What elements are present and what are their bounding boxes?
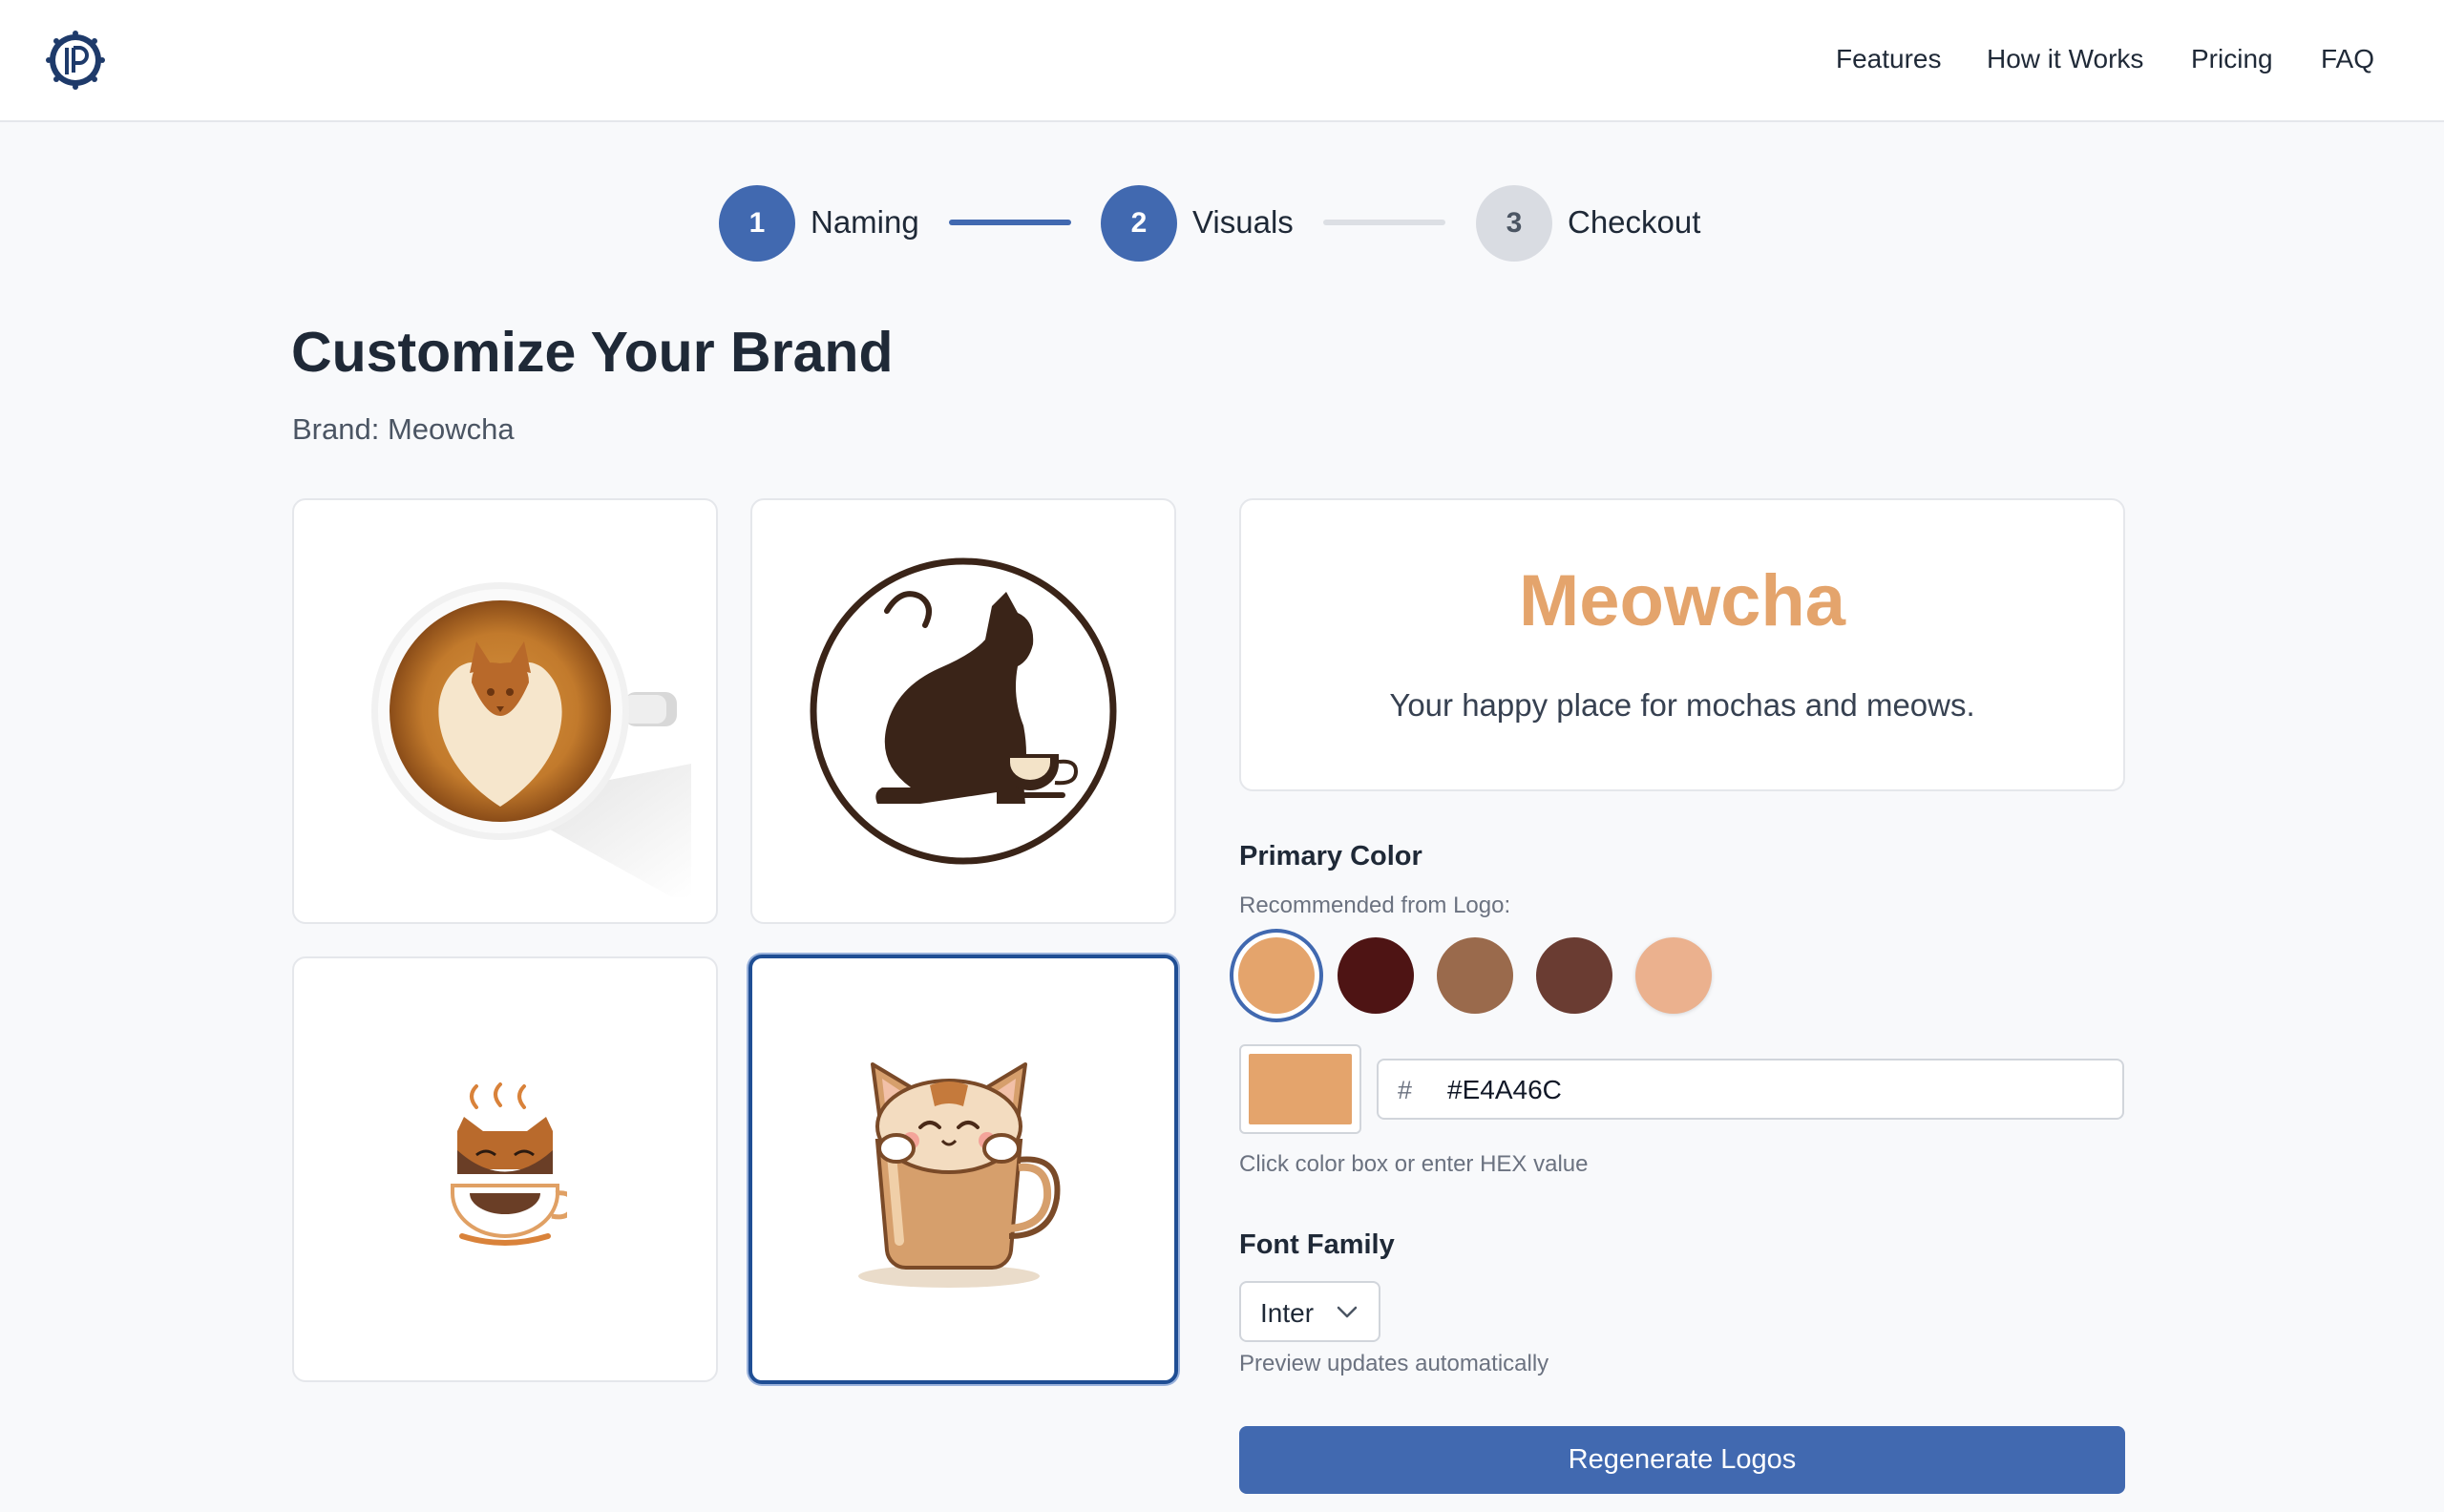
latte-art-cat-icon: [319, 525, 691, 897]
color-swatch-5[interactable]: [1635, 937, 1712, 1014]
font-hint: Preview updates automatically: [1239, 1351, 1549, 1376]
color-picker-fill: [1249, 1054, 1352, 1124]
cat-steaming-cup-icon: [451, 1082, 567, 1246]
cat-silhouette-cup-icon: [810, 557, 1117, 865]
font-family-label: Font Family: [1239, 1229, 1395, 1260]
color-swatch-4[interactable]: [1536, 937, 1612, 1014]
chevron-down-icon: [1337, 1306, 1358, 1318]
hex-color-input[interactable]: [1445, 1068, 2098, 1112]
step-connector-1: [949, 220, 1071, 225]
brand-name-line: Brand: Meowcha: [292, 412, 515, 446]
logo-option-4[interactable]: [748, 955, 1178, 1384]
preview-tagline: Your happy place for mochas and meows.: [1389, 687, 1975, 723]
nav-pricing[interactable]: Pricing: [2191, 44, 2273, 74]
step-3-circle: 3: [1476, 185, 1552, 262]
logo-option-2[interactable]: [750, 498, 1176, 924]
step-2-label: Visuals: [1192, 204, 1294, 240]
kitten-in-mug-icon: [858, 1062, 1061, 1288]
font-family-value: Inter: [1260, 1298, 1315, 1328]
primary-color-label: Primary Color: [1239, 841, 1422, 872]
step-2-circle: 2: [1101, 185, 1177, 262]
recommended-colors-label: Recommended from Logo:: [1239, 892, 1511, 918]
step-connector-2: [1323, 220, 1445, 225]
page-title: Customize Your Brand: [291, 321, 894, 384]
color-swatch-1[interactable]: [1238, 937, 1315, 1014]
preview-brand-name: Meowcha: [1518, 560, 1846, 641]
nav-how-it-works[interactable]: How it Works: [1987, 44, 2143, 74]
color-swatch-2[interactable]: [1338, 937, 1414, 1014]
hex-color-field[interactable]: #: [1377, 1059, 2124, 1120]
logo-option-1[interactable]: [292, 498, 718, 924]
nav-faq[interactable]: FAQ: [2321, 44, 2374, 74]
color-swatch-3[interactable]: [1437, 937, 1513, 1014]
top-header: Features How it Works Pricing FAQ: [0, 0, 2444, 122]
nav-features[interactable]: Features: [1836, 44, 1942, 74]
regenerate-logos-button[interactable]: Regenerate Logos: [1239, 1426, 2125, 1494]
brand-preview-card: Meowcha Your happy place for mochas and …: [1239, 498, 2125, 791]
step-1-label: Naming: [811, 204, 919, 240]
step-3-label: Checkout: [1568, 204, 1701, 240]
hex-hash-symbol: #: [1398, 1076, 1413, 1104]
color-hint: Click color box or enter HEX value: [1239, 1151, 1589, 1177]
logo-option-3[interactable]: [292, 956, 718, 1382]
color-picker-box[interactable]: [1239, 1044, 1361, 1134]
brand-logo-icon[interactable]: [46, 31, 105, 90]
font-family-select[interactable]: Inter: [1239, 1281, 1380, 1342]
step-1-circle: 1: [719, 185, 795, 262]
